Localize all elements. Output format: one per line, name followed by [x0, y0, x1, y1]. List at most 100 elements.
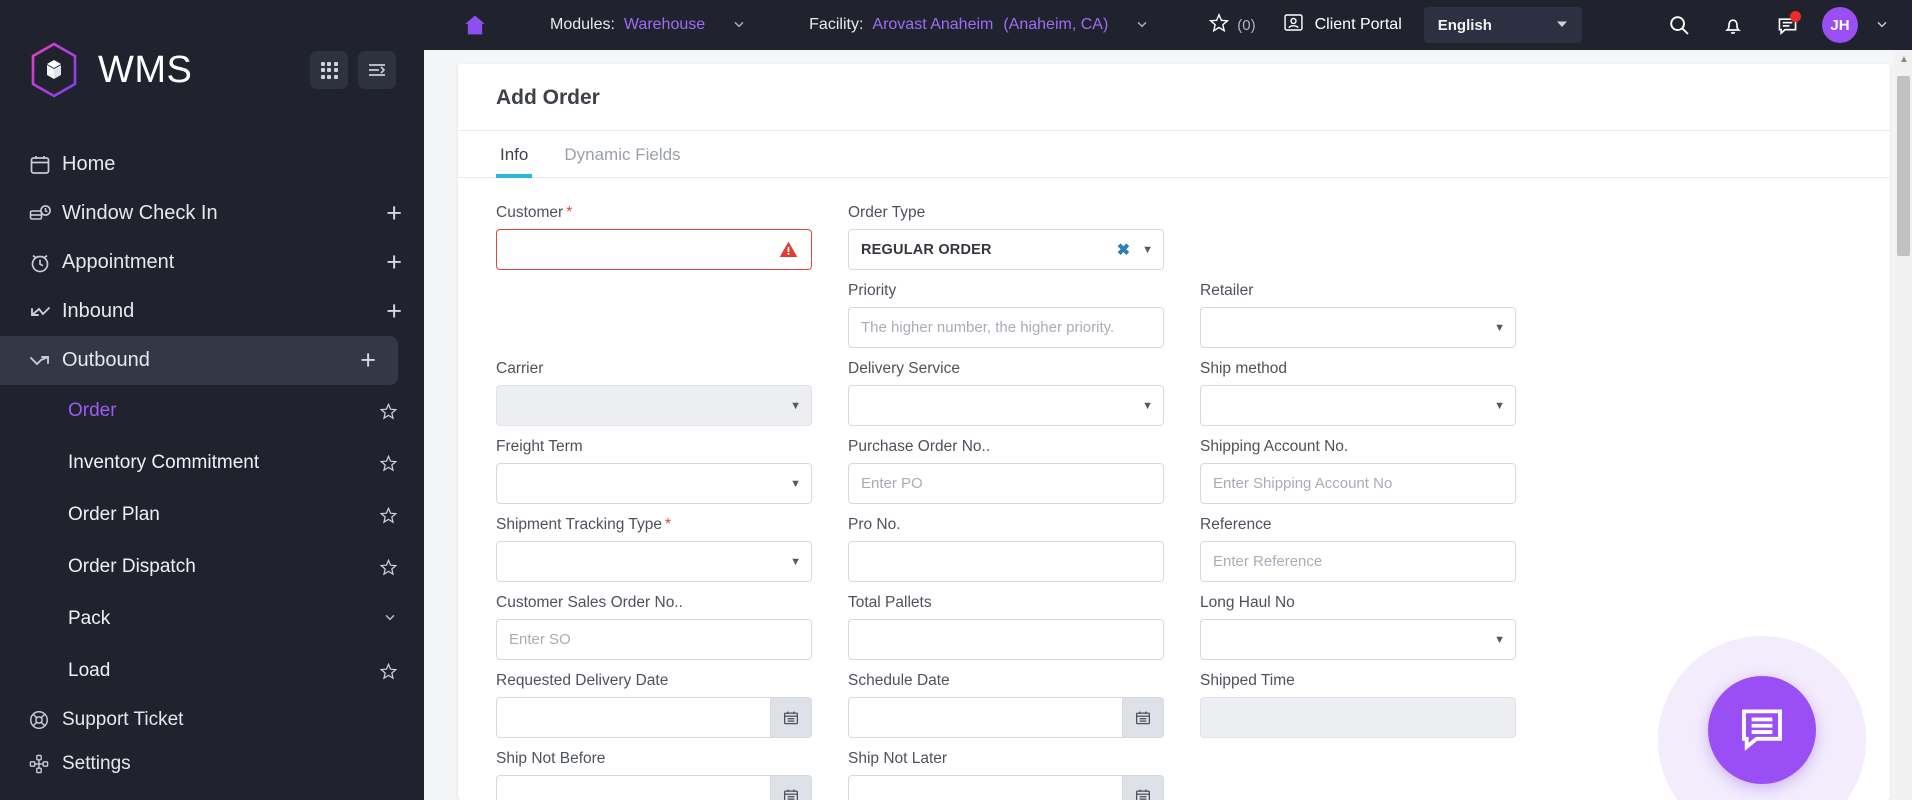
favorite-star-icon[interactable]: [379, 558, 398, 577]
sidebar-item-settings[interactable]: Settings: [0, 742, 424, 786]
field-label: Customer Sales Order No..: [496, 594, 683, 611]
add-appointment-button[interactable]: +: [386, 249, 402, 276]
tab-info[interactable]: Info: [496, 131, 533, 178]
message-icon[interactable]: [1760, 0, 1814, 50]
sidebar-item-support-ticket[interactable]: Support Ticket: [0, 698, 424, 742]
shipped-time-input[interactable]: [1200, 697, 1516, 738]
field-label: Pro No.: [848, 516, 901, 533]
sidebar-item-inventory-commitment[interactable]: Inventory Commitment: [0, 437, 424, 489]
tab-dynamic-fields[interactable]: Dynamic Fields: [560, 131, 684, 177]
sidebar-item-load[interactable]: Load: [0, 645, 424, 697]
calendar-icon[interactable]: [770, 775, 812, 800]
field-customer-sales-order-no: Customer Sales Order No.. Enter SO: [496, 594, 812, 660]
facility-selector[interactable]: Facility: Arovast Anaheim (Anaheim, CA): [809, 16, 1150, 35]
field-label: Requested Delivery Date: [496, 672, 669, 689]
field-label: Shipment Tracking Type *: [496, 516, 672, 533]
add-window-check-in-button[interactable]: +: [386, 200, 402, 227]
modules-label: Modules:: [550, 16, 615, 33]
sidebar-item-outbound[interactable]: Outbound +: [0, 336, 398, 385]
content-area: Add Order Info Dynamic Fields Customer*: [424, 50, 1912, 800]
tabs: Info Dynamic Fields: [458, 131, 1890, 178]
sidebar-item-window-check-in[interactable]: Window Check In +: [0, 189, 424, 238]
hexagon-box-logo: [28, 41, 80, 99]
chat-widget-button[interactable]: [1708, 676, 1816, 784]
clear-x-icon[interactable]: ✖: [1117, 240, 1130, 260]
total-pallets-input[interactable]: [848, 619, 1164, 660]
outbound-arrow-icon: [28, 349, 62, 373]
client-portal-button[interactable]: Client Portal: [1282, 11, 1402, 39]
favorites-count: (0): [1237, 16, 1256, 34]
chevron-down-icon[interactable]: [1134, 16, 1150, 35]
field-carrier: Carrier ▼: [496, 360, 812, 426]
chevron-down-icon: [1556, 17, 1568, 34]
freight-term-select[interactable]: ▼: [496, 463, 812, 504]
sidebar-item-label: Outbound: [62, 349, 150, 371]
star-icon: [1208, 12, 1230, 39]
sidebar-item-label: Home: [62, 153, 116, 175]
favorite-star-icon[interactable]: [379, 506, 398, 525]
field-customer: Customer *: [496, 204, 812, 270]
search-icon[interactable]: [1652, 0, 1706, 50]
app-grid-icon[interactable]: [310, 51, 348, 89]
sidebar-item-order[interactable]: Order: [0, 385, 424, 437]
sidebar-item-home[interactable]: Home: [0, 140, 424, 189]
language-selector[interactable]: English: [1423, 7, 1582, 43]
chevron-down-icon[interactable]: [731, 16, 747, 35]
calendar-icon[interactable]: [1122, 775, 1164, 800]
vertical-scrollbar[interactable]: ▲: [1895, 50, 1912, 800]
chevron-down-icon: ▼: [1494, 633, 1505, 646]
chevron-down-icon[interactable]: [382, 609, 398, 629]
long-haul-no-select[interactable]: ▼: [1200, 619, 1516, 660]
chevron-down-icon: ▼: [1142, 243, 1153, 256]
lifebuoy-icon: [28, 709, 62, 731]
calendar-icon[interactable]: [770, 697, 812, 738]
retailer-select[interactable]: ▼: [1200, 307, 1516, 348]
pro-no-input[interactable]: [848, 541, 1164, 582]
reference-input[interactable]: Enter Reference: [1200, 541, 1516, 582]
field-schedule-date: Schedule Date: [848, 672, 1164, 738]
ship-not-before-input[interactable]: [496, 775, 770, 800]
modules-selector[interactable]: Modules: Warehouse: [550, 16, 747, 35]
ship-method-select[interactable]: ▼: [1200, 385, 1516, 426]
window-check-in-icon: [28, 202, 62, 226]
carrier-select[interactable]: ▼: [496, 385, 812, 426]
modules-value: Warehouse: [623, 16, 706, 33]
add-inbound-button[interactable]: +: [386, 298, 402, 325]
scrollbar-thumb[interactable]: [1897, 76, 1910, 256]
sidebar-item-label: Settings: [62, 753, 131, 774]
favorites-button[interactable]: (0): [1208, 12, 1256, 39]
sidebar-item-inbound[interactable]: Inbound +: [0, 287, 424, 336]
favorite-star-icon[interactable]: [379, 402, 398, 421]
sidebar-item-order-plan[interactable]: Order Plan: [0, 489, 424, 541]
avatar[interactable]: JH: [1822, 7, 1858, 43]
add-outbound-button[interactable]: +: [360, 347, 376, 374]
sidebar-item-pack[interactable]: Pack: [0, 593, 424, 645]
sidebar-item-appointment[interactable]: Appointment +: [0, 238, 424, 287]
inbound-arrow-icon: [28, 300, 62, 324]
requested-delivery-date-input[interactable]: [496, 697, 770, 738]
sidebar-item-label: Support Ticket: [62, 709, 184, 730]
customer-input[interactable]: [496, 229, 812, 270]
customer-sales-order-no-input[interactable]: Enter SO: [496, 619, 812, 660]
favorite-star-icon[interactable]: [379, 454, 398, 473]
chevron-down-icon[interactable]: [1874, 16, 1890, 35]
purchase-order-no-input[interactable]: Enter PO: [848, 463, 1164, 504]
home-icon[interactable]: [462, 12, 488, 38]
shipping-account-no-input[interactable]: Enter Shipping Account No: [1200, 463, 1516, 504]
calendar-icon[interactable]: [1122, 697, 1164, 738]
collapse-sidebar-icon[interactable]: [358, 51, 396, 89]
facility-value: Arovast Anaheim: [872, 16, 994, 33]
delivery-service-select[interactable]: ▼: [848, 385, 1164, 426]
sidebar-item-order-dispatch[interactable]: Order Dispatch: [0, 541, 424, 593]
ship-not-later-input[interactable]: [848, 775, 1122, 800]
order-type-select[interactable]: REGULAR ORDER ✖ ▼: [848, 229, 1164, 270]
notification-bell-icon[interactable]: [1706, 0, 1760, 50]
priority-input[interactable]: The higher number, the higher priority.: [848, 307, 1164, 348]
sidebar-item-label: Inbound: [62, 300, 135, 322]
favorite-star-icon[interactable]: [379, 662, 398, 681]
field-label: Purchase Order No..: [848, 438, 991, 455]
schedule-date-input[interactable]: [848, 697, 1122, 738]
field-label: Delivery Service: [848, 360, 960, 377]
shipment-tracking-type-select[interactable]: ▼: [496, 541, 812, 582]
scroll-up-arrow-icon[interactable]: ▲: [1899, 54, 1909, 65]
